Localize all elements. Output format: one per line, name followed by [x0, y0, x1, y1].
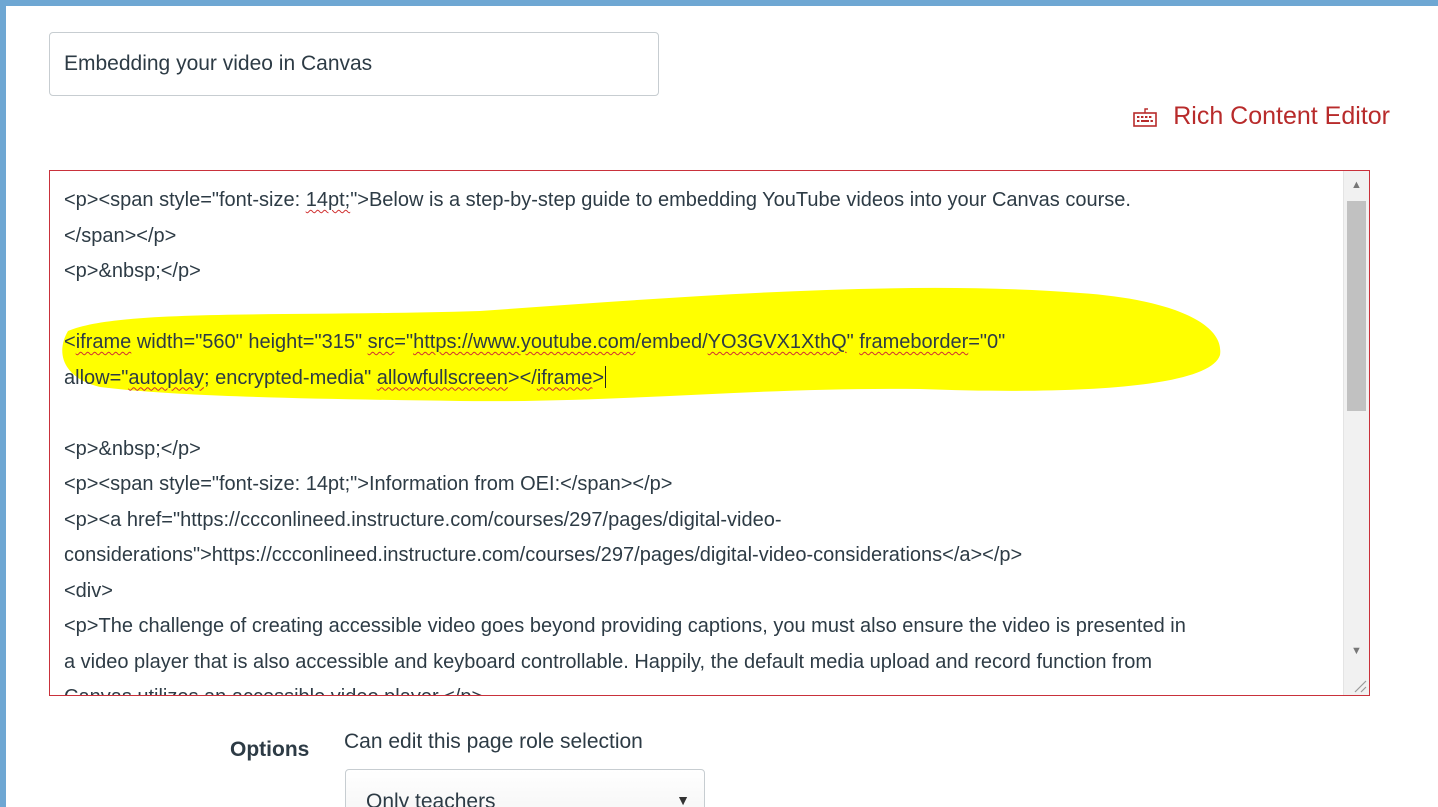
spellcheck-word: https://www.youtube.com	[413, 331, 636, 353]
code-line: allow="autoplay; encrypted-media" allowf…	[64, 361, 1334, 397]
spellcheck-word: allowfullscreen	[376, 366, 508, 389]
resize-handle-icon[interactable]	[1351, 677, 1367, 693]
rich-content-editor-label: Rich Content Editor	[1173, 102, 1390, 130]
code-text: ></	[507, 366, 537, 389]
page-title-input[interactable]: Embedding your video in Canvas	[49, 32, 659, 96]
code-text: allow="	[64, 366, 129, 389]
code-line: Canvas utilizes an accessible video play…	[64, 680, 1334, 695]
editor-scrollbar[interactable]: ▲ ▼	[1343, 171, 1369, 695]
code-text: "	[846, 331, 860, 353]
caret-down-icon: ▼	[676, 792, 690, 807]
code-line: <p><span style="font-size: 14pt;">Below …	[64, 183, 1334, 219]
html-editor-textarea[interactable]: <p><span style="font-size: 14pt;">Below …	[49, 170, 1370, 696]
spellcheck-word: YO3GVX1XthQ	[707, 331, 847, 353]
role-selection-label: Can edit this page role selection	[344, 730, 643, 753]
scroll-up-arrow-icon[interactable]: ▲	[1344, 175, 1369, 195]
rich-content-editor-toggle[interactable]: Rich Content Editor	[1133, 102, 1390, 131]
code-text: <p>&nbsp;</p>	[64, 437, 201, 460]
code-line: <div>	[64, 574, 1334, 610]
code-text: Canvas utilizes an accessible video play…	[64, 686, 483, 695]
code-text: ="	[394, 331, 414, 353]
code-text: <p>The challenge of creating accessible …	[64, 615, 1186, 637]
code-line: <p>&nbsp;</p>	[64, 254, 1334, 290]
code-text: ="0"	[968, 331, 1006, 353]
code-text: <p><span style="font-size:	[64, 189, 306, 211]
code-text: ">Below is a step-by-step guide to embed…	[350, 189, 1131, 211]
spellcheck-word: frameborder	[859, 331, 969, 353]
code-text: <p>&nbsp;</p>	[64, 260, 201, 282]
code-line: <p>The challenge of creating accessible …	[64, 609, 1334, 645]
code-line: <p><a href="https://ccconlineed.instruct…	[64, 503, 1334, 539]
text-caret	[605, 365, 607, 388]
code-text: ; encrypted-media"	[203, 366, 377, 389]
options-label: Options	[230, 738, 310, 761]
scroll-down-arrow-icon[interactable]: ▼	[1344, 641, 1369, 661]
code-text: <p><a href="https://ccconlineed.instruct…	[64, 508, 782, 531]
role-select-value: Only teachers	[366, 790, 496, 807]
code-line: a video player that is also accessible a…	[64, 645, 1334, 681]
code-text: /embed/	[635, 331, 708, 353]
code-text: </span></p>	[64, 224, 177, 247]
code-text: <div>	[64, 579, 113, 602]
page-container: Embedding your video in Canvas Rich Cont…	[6, 6, 1438, 807]
code-line: <p>&nbsp;</p>	[64, 432, 1334, 468]
spellcheck-word: 14pt;	[305, 189, 351, 211]
spellcheck-word: iframe	[75, 331, 132, 353]
keyboard-icon	[1133, 107, 1158, 127]
code-text: width="560" height="315"	[131, 331, 368, 353]
code-text: <	[64, 331, 76, 353]
html-source-code: <p><span style="font-size: 14pt;">Below …	[64, 183, 1334, 695]
code-text: a video player that is also accessible a…	[64, 650, 1153, 673]
code-line: <p><span style="font-size: 14pt;">Inform…	[64, 467, 1334, 503]
code-line: </span></p>	[64, 219, 1334, 255]
role-select-dropdown[interactable]: Only teachers ▼	[345, 769, 705, 807]
spellcheck-word: src	[367, 331, 395, 353]
code-text: >	[592, 366, 605, 389]
spellcheck-word: autoplay	[128, 366, 204, 389]
code-line: <iframe width="560" height="315" src="ht…	[64, 325, 1334, 361]
code-text: considerations">https://ccconlineed.inst…	[64, 544, 1023, 566]
code-line: considerations">https://ccconlineed.inst…	[64, 538, 1334, 574]
spellcheck-word: iframe	[536, 366, 593, 389]
code-text: <p><span style="font-size: 14pt;">Inform…	[64, 473, 673, 495]
scrollbar-thumb[interactable]	[1347, 201, 1366, 411]
